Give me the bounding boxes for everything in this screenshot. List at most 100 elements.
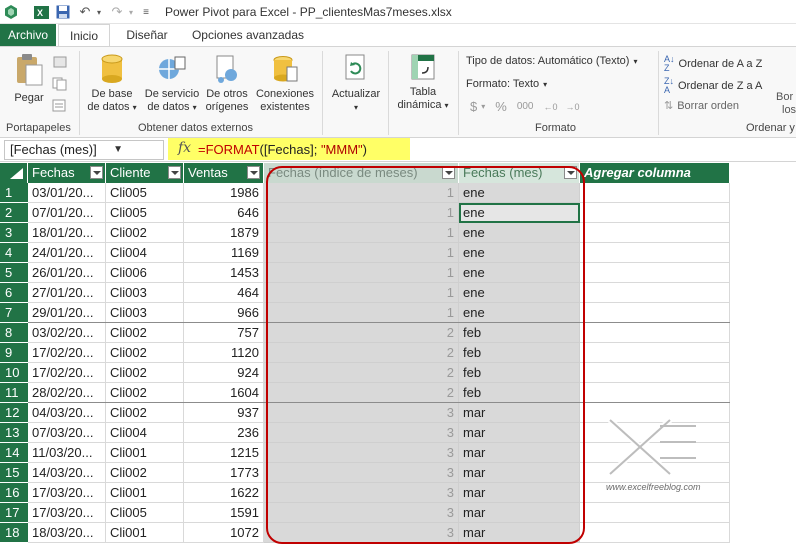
cell-indice-meses[interactable]: 3	[264, 423, 459, 443]
undo-dropdown-icon[interactable]: ▾	[94, 3, 104, 21]
add-column-header[interactable]: Agregar columna	[580, 163, 730, 183]
cell-cliente[interactable]: Cli002	[106, 343, 184, 363]
chevron-down-icon[interactable]: ▼	[113, 141, 123, 159]
sort-a-to-z-button[interactable]: A↓ Z Ordenar de A a Z	[664, 55, 762, 73]
cell-fechas[interactable]: 26/01/20...	[28, 263, 106, 283]
cell-cliente[interactable]: Cli006	[106, 263, 184, 283]
cell-agregar-columna[interactable]	[580, 463, 730, 483]
data-type-dropdown[interactable]: Tipo de datos: Automático (Texto) ▾	[466, 55, 637, 67]
cell-agregar-columna[interactable]	[580, 303, 730, 323]
cell-agregar-columna[interactable]	[580, 263, 730, 283]
cell-ventas[interactable]: 1215	[184, 443, 264, 463]
cell-mes[interactable]: ene	[459, 183, 580, 203]
cell-fechas[interactable]: 18/03/20...	[28, 523, 106, 543]
cell-indice-meses[interactable]: 2	[264, 363, 459, 383]
cell-agregar-columna[interactable]	[580, 383, 730, 403]
currency-icon[interactable]: $	[470, 99, 477, 114]
filter-dropdown-icon[interactable]	[90, 166, 103, 179]
from-other-sources-button[interactable]: De otros orígenes	[202, 53, 252, 114]
cell-fechas[interactable]: 07/03/20...	[28, 423, 106, 443]
cell-agregar-columna[interactable]	[580, 203, 730, 223]
cell-ventas[interactable]: 1604	[184, 383, 264, 403]
cut-icon[interactable]	[52, 55, 68, 72]
cell-fechas[interactable]: 14/03/20...	[28, 463, 106, 483]
decrease-decimal-icon[interactable]: →0	[566, 102, 580, 112]
fx-icon[interactable]: fx	[178, 140, 191, 156]
select-all-corner[interactable]	[0, 163, 28, 183]
cell-ventas[interactable]: 937	[184, 403, 264, 423]
row-number[interactable]: 9	[0, 343, 28, 363]
cell-ventas[interactable]: 1072	[184, 523, 264, 543]
cell-cliente[interactable]: Cli002	[106, 403, 184, 423]
tab-inicio[interactable]: Inicio	[58, 24, 110, 47]
row-number[interactable]: 15	[0, 463, 28, 483]
cell-ventas[interactable]: 236	[184, 423, 264, 443]
cell-agregar-columna[interactable]	[580, 183, 730, 203]
cell-mes[interactable]: mar	[459, 483, 580, 503]
column-header-fechas[interactable]: Fechas	[28, 163, 106, 183]
row-number[interactable]: 12	[0, 403, 28, 423]
filter-dropdown-icon[interactable]	[247, 166, 260, 179]
clear-filters-button-line2[interactable]: los	[782, 104, 796, 116]
from-database-button[interactable]: De base de datos ▾	[86, 53, 138, 114]
cell-cliente[interactable]: Cli001	[106, 523, 184, 543]
cell-indice-meses[interactable]: 2	[264, 323, 459, 343]
cell-cliente[interactable]: Cli005	[106, 203, 184, 223]
save-icon[interactable]	[54, 3, 72, 21]
cell-cliente[interactable]: Cli002	[106, 463, 184, 483]
formula-input[interactable]: =FORMAT([Fechas]; "MMM")	[198, 142, 367, 157]
redo-icon[interactable]: ↷	[108, 3, 126, 21]
cell-cliente[interactable]: Cli001	[106, 483, 184, 503]
row-number[interactable]: 4	[0, 243, 28, 263]
tab-archivo[interactable]: Archivo	[0, 24, 56, 46]
cell-indice-meses[interactable]: 3	[264, 503, 459, 523]
cell-agregar-columna[interactable]	[580, 503, 730, 523]
cell-cliente[interactable]: Cli002	[106, 383, 184, 403]
row-number[interactable]: 16	[0, 483, 28, 503]
cell-cliente[interactable]: Cli001	[106, 443, 184, 463]
cell-indice-meses[interactable]: 1	[264, 203, 459, 223]
cell-ventas[interactable]: 646	[184, 203, 264, 223]
cell-mes[interactable]: ene	[459, 243, 580, 263]
cell-indice-meses[interactable]: 3	[264, 463, 459, 483]
existing-connections-button[interactable]: Conexiones existentes	[254, 53, 316, 114]
cell-fechas[interactable]: 17/03/20...	[28, 483, 106, 503]
row-number[interactable]: 14	[0, 443, 28, 463]
format-dropdown[interactable]: Formato: Texto ▾	[466, 78, 547, 90]
cell-fechas[interactable]: 27/01/20...	[28, 283, 106, 303]
column-header-cliente[interactable]: Cliente	[106, 163, 184, 183]
cell-ventas[interactable]: 1169	[184, 243, 264, 263]
cell-mes[interactable]: mar	[459, 423, 580, 443]
cell-mes[interactable]: feb	[459, 363, 580, 383]
cell-cliente[interactable]: Cli004	[106, 243, 184, 263]
cell-indice-meses[interactable]: 1	[264, 183, 459, 203]
pivot-table-button[interactable]: Tabla dinámica ▾	[394, 53, 452, 112]
filter-dropdown-icon[interactable]	[168, 166, 181, 179]
cell-fechas[interactable]: 18/01/20...	[28, 223, 106, 243]
cell-ventas[interactable]: 757	[184, 323, 264, 343]
clear-filters-button[interactable]: Bor	[776, 91, 793, 103]
cell-indice-meses[interactable]: 3	[264, 523, 459, 543]
row-number[interactable]: 11	[0, 383, 28, 403]
tab-disenar[interactable]: Diseñar	[118, 24, 176, 46]
cell-ventas[interactable]: 924	[184, 363, 264, 383]
row-number[interactable]: 13	[0, 423, 28, 443]
cell-indice-meses[interactable]: 1	[264, 243, 459, 263]
cell-mes[interactable]: feb	[459, 383, 580, 403]
cell-mes[interactable]: mar	[459, 443, 580, 463]
filter-dropdown-icon[interactable]	[564, 166, 577, 179]
cell-agregar-columna[interactable]	[580, 443, 730, 463]
cell-fechas[interactable]: 11/03/20...	[28, 443, 106, 463]
row-number[interactable]: 17	[0, 503, 28, 523]
cell-mes[interactable]: ene	[459, 263, 580, 283]
cell-agregar-columna[interactable]	[580, 223, 730, 243]
cell-agregar-columna[interactable]	[580, 483, 730, 503]
cell-ventas[interactable]: 1453	[184, 263, 264, 283]
cell-mes[interactable]: feb	[459, 323, 580, 343]
cell-mes[interactable]: ene	[459, 223, 580, 243]
cell-mes[interactable]: feb	[459, 343, 580, 363]
customize-toolbar-icon[interactable]: ≡	[140, 3, 152, 21]
cell-cliente[interactable]: Cli003	[106, 283, 184, 303]
excel-icon[interactable]: X	[32, 3, 50, 21]
row-number[interactable]: 7	[0, 303, 28, 323]
